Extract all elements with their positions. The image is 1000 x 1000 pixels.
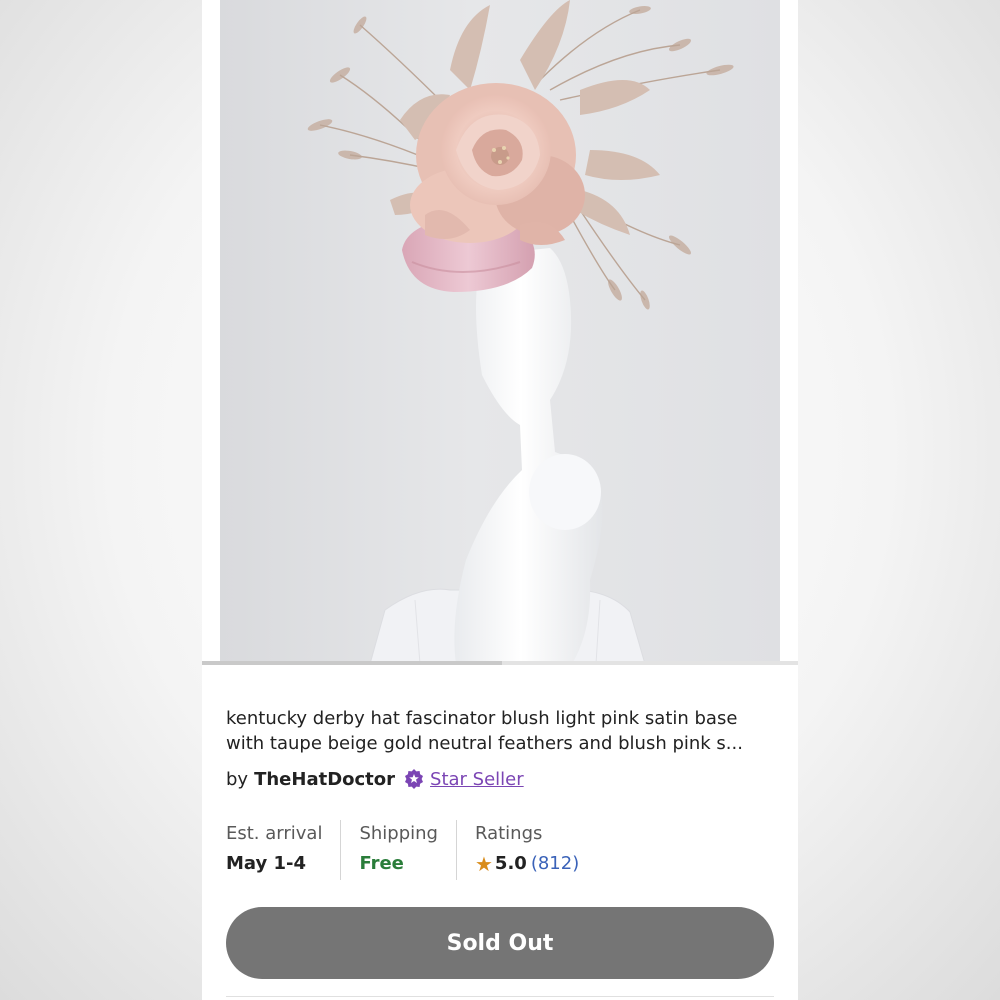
carousel-indicator (202, 661, 798, 665)
seller-prefix: by (226, 768, 249, 790)
shipping-value: Free (359, 853, 404, 874)
listing-title[interactable]: kentucky derby hat fascinator blush ligh… (226, 706, 776, 756)
listing-card: kentucky derby hat fascinator blush ligh… (202, 0, 798, 1000)
listing-info-row: Est. arrival May 1-4 Shipping Free Ratin… (226, 820, 597, 880)
star-seller-icon (404, 769, 424, 789)
ratings-label: Ratings (474, 823, 543, 844)
seller-name[interactable]: TheHatDoctor (254, 769, 395, 790)
ratings-info[interactable]: Ratings ★ 5.0 (812) (455, 820, 597, 880)
seller-row: by TheHatDoctor Star Seller (226, 766, 524, 792)
shipping-info: Shipping Free (340, 820, 456, 880)
star-seller-link[interactable]: Star Seller (430, 769, 524, 790)
product-image[interactable] (220, 0, 780, 664)
arrival-info: Est. arrival May 1-4 (226, 820, 340, 880)
rating-count[interactable]: (812) (531, 848, 579, 880)
product-image-graphic (307, 0, 734, 664)
arrival-value: May 1-4 (226, 853, 307, 874)
star-icon: ★ (474, 852, 493, 876)
carousel-indicator-active (202, 661, 502, 665)
divider (226, 996, 774, 997)
shipping-label: Shipping (359, 823, 438, 844)
rating-summary[interactable]: ★ 5.0 (812) (475, 848, 579, 880)
rating-value: 5.0 (494, 853, 527, 874)
arrival-label: Est. arrival (226, 823, 323, 844)
sold-out-button[interactable]: Sold Out (226, 907, 774, 979)
